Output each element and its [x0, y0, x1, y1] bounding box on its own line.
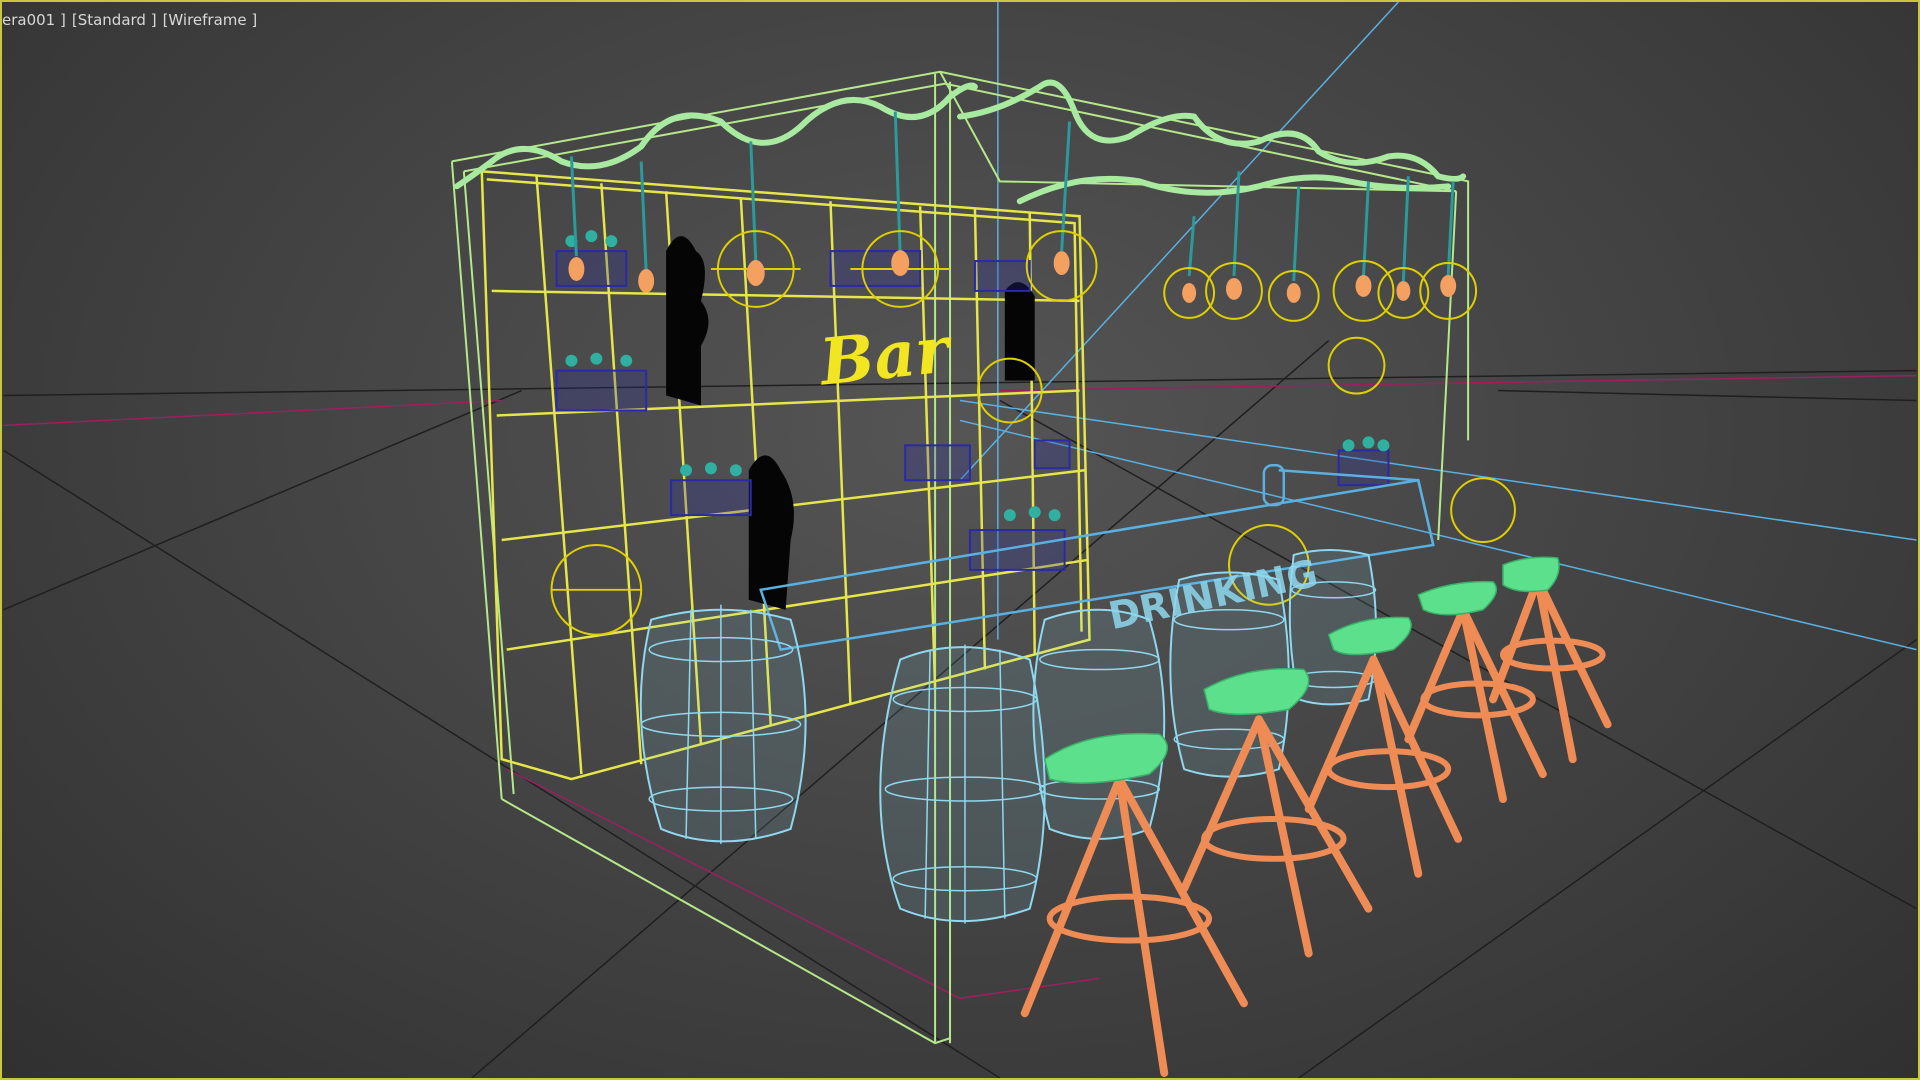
camera-label[interactable]: era001 ]	[2, 11, 66, 29]
camera-lines	[959, 2, 1917, 651]
garland	[453, 79, 1467, 205]
bar-sign: Bar	[815, 312, 957, 401]
display-mode-label[interactable]: [Wireframe ]	[163, 11, 258, 29]
wireframe-scene[interactable]: Bar DRINKING	[2, 2, 1918, 1078]
3d-viewport[interactable]: era001 ] [Standard ] [Wireframe ] Bar DR…	[0, 0, 1920, 1080]
viewport-label[interactable]: era001 ] [Standard ] [Wireframe ]	[2, 10, 263, 30]
shading-mode-label[interactable]: [Standard ]	[72, 11, 157, 29]
